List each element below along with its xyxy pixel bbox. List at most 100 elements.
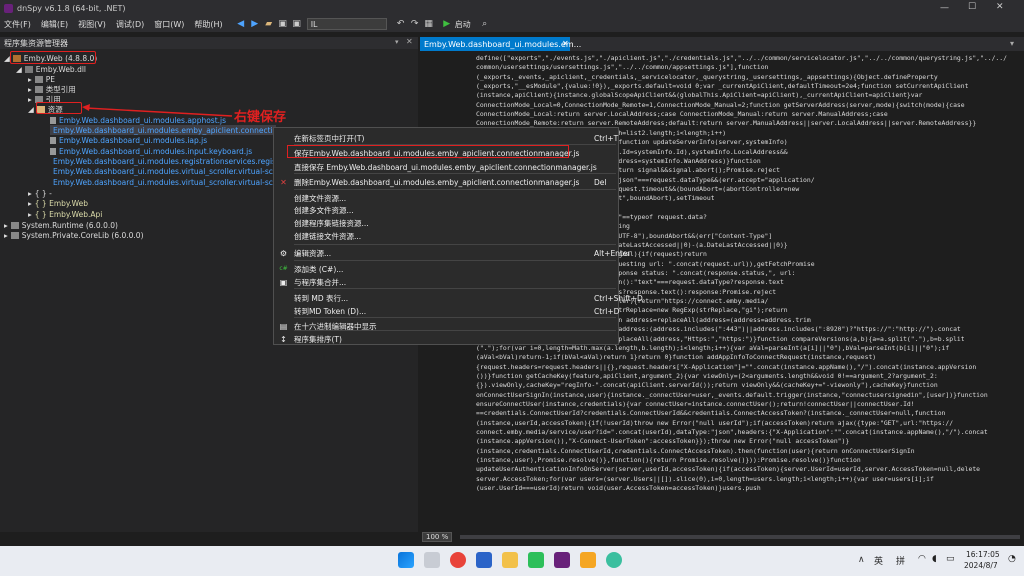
code-line: ensureConnectUser(instance,credentials){…: [476, 399, 915, 408]
taskbar-search-icon[interactable]: [424, 552, 440, 568]
editor-tab-label: Emby.Web.dashboard_ui.modules.em...: [424, 39, 582, 49]
menu-help[interactable]: 帮助(H): [194, 19, 222, 30]
menu-item-label: 删除Emby.Web.dashboard_ui.modules.emby_api…: [294, 177, 580, 187]
collapse-icon[interactable]: ▸: [28, 75, 32, 84]
tray-chevron-icon[interactable]: ∧: [858, 555, 865, 565]
menu-separator: [294, 244, 616, 245]
editor-tab[interactable]: Emby.Web.dashboard_ui.modules.em...: [420, 37, 581, 51]
volume-icon[interactable]: ◖: [932, 554, 937, 564]
minimize-icon[interactable]: —: [940, 3, 949, 13]
code-line: onConnectUserSignIn(instance,user){insta…: [476, 390, 988, 399]
menu-file[interactable]: 文件(F): [4, 19, 31, 30]
taskbar-wechat-icon[interactable]: [528, 552, 544, 568]
wifi-icon[interactable]: ◠: [918, 554, 926, 564]
battery-icon[interactable]: ▭: [946, 554, 955, 564]
tree-item-resource-file-selected[interactable]: Emby.Web.dashboard_ui.modules.emby_apicl…: [50, 125, 276, 135]
undo-icon[interactable]: ↶: [395, 18, 407, 30]
collapse-icon[interactable]: ▸: [28, 95, 32, 104]
menu-item-icon: ⚙: [279, 248, 288, 258]
forward-icon[interactable]: ▶: [249, 18, 261, 30]
taskbar-app-icon[interactable]: [606, 552, 622, 568]
notification-icon[interactable]: ◔: [1008, 554, 1016, 564]
context-menu-item[interactable]: c# 添加类 (C#)...: [274, 263, 620, 275]
panel-dropdown-icon[interactable]: ▾: [395, 38, 399, 46]
tab-list-icon[interactable]: ▾: [1010, 39, 1014, 48]
context-menu-item[interactable]: 转到 MD 表行... Ctrl+Shift+D: [274, 292, 643, 304]
context-menu-item[interactable]: 创建链接文件资源...: [274, 230, 620, 242]
context-menu: 在新标签页中打开(T) Ctrl+T 保存Emby.Web.dashboard_ui…: [273, 127, 643, 345]
tree-item-namespace[interactable]: ▸ { } Emby.Web.Api: [28, 209, 102, 219]
hex-icon[interactable]: ▦: [423, 18, 435, 30]
language-select[interactable]: IL: [306, 18, 387, 30]
taskbar-dnspy-icon[interactable]: [554, 552, 570, 568]
taskbar-app-icon[interactable]: [476, 552, 492, 568]
back-icon[interactable]: ◀: [235, 18, 247, 30]
windows-start-icon[interactable]: [398, 552, 414, 568]
context-menu-item[interactable]: 转到MD Token (D)... Ctrl+D: [274, 305, 620, 317]
search-icon[interactable]: ⌕: [479, 18, 491, 30]
collapse-icon[interactable]: ▸: [28, 85, 32, 94]
collapse-icon[interactable]: ▸: [4, 231, 8, 240]
close-icon[interactable]: ✕: [996, 2, 1004, 12]
save-all-icon[interactable]: ▣: [291, 18, 303, 30]
tree-item-label: Emby.Web.dashboard_ui.modules.registrati…: [53, 156, 274, 166]
menu-debug[interactable]: 调试(D): [116, 19, 144, 30]
menu-item-label: 转到 MD 表行...: [294, 293, 349, 303]
expand-icon[interactable]: ◢: [4, 54, 10, 63]
context-menu-item[interactable]: 在新标签页中打开(T) Ctrl+T: [274, 132, 620, 144]
highlight-box-save-item: [287, 145, 569, 158]
menu-view[interactable]: 视图(V): [78, 19, 106, 30]
redo-icon[interactable]: ↷: [409, 18, 421, 30]
tree-item-namespace[interactable]: ▸ { } Emby.Web: [28, 198, 88, 208]
tree-item-resource-file[interactable]: Emby.Web.dashboard_ui.modules.virtual_sc…: [50, 166, 274, 176]
tree-item-resource-file[interactable]: Emby.Web.dashboard_ui.modules.iap.js: [50, 135, 207, 145]
collapse-icon[interactable]: ▸: [28, 199, 32, 208]
start-button[interactable]: 启动: [455, 19, 471, 30]
code-line: updateUserAuthenticationInfoOnServer(ser…: [476, 465, 981, 474]
context-menu-item[interactable]: ↕ 程序集排序(T): [274, 333, 620, 345]
tree-item-system-corelib[interactable]: ▸ System.Private.CoreLib (6.0.0.0): [4, 230, 144, 240]
menu-separator: [294, 173, 616, 174]
expand-icon[interactable]: ◢: [16, 65, 22, 74]
expand-icon[interactable]: ◢: [28, 105, 34, 114]
menu-edit[interactable]: 编辑(E): [41, 19, 68, 30]
tree-item-emby-web-dll[interactable]: ◢ Emby.Web.dll: [16, 64, 86, 74]
collapse-icon[interactable]: ▸: [4, 221, 8, 230]
tree-item-resource-file[interactable]: Emby.Web.dashboard_ui.modules.registrati…: [50, 156, 274, 166]
context-menu-item[interactable]: 创建程序集链接资源...: [274, 217, 620, 229]
taskbar-folder-icon[interactable]: [502, 552, 518, 568]
context-menu-item[interactable]: ▤ 在十六进制编辑器中显示: [274, 320, 620, 332]
context-menu-item[interactable]: 创建文件资源...: [274, 192, 620, 204]
menu-window[interactable]: 窗口(W): [154, 19, 184, 30]
clock-time[interactable]: 16:17:05: [966, 550, 1000, 559]
clock-date[interactable]: 2024/8/7: [964, 561, 998, 570]
context-menu-item[interactable]: ✕ 删除Emby.Web.dashboard_ui.modules.emby_ap…: [274, 176, 620, 188]
tree-item-resource-file[interactable]: Emby.Web.dashboard_ui.modules.input.keyb…: [50, 146, 274, 156]
menu-separator: [294, 260, 616, 261]
panel-close-icon[interactable]: ✕: [406, 37, 413, 46]
taskbar-chrome-icon[interactable]: [450, 552, 466, 568]
save-icon[interactable]: ▣: [277, 18, 289, 30]
tab-close-icon[interactable]: ✕: [562, 39, 569, 48]
zoom-select[interactable]: 100 %: [422, 532, 452, 542]
tree-item-label: Emby.Web.dashboard_ui.modules.iap.js: [59, 135, 208, 145]
context-menu-item[interactable]: 创建多文件资源...: [274, 204, 620, 216]
tree-item-system-runtime[interactable]: ▸ System.Runtime (6.0.0.0): [4, 220, 118, 230]
play-icon[interactable]: ▶: [441, 18, 453, 30]
context-menu-item[interactable]: ▣ 与程序集合并...: [274, 276, 620, 288]
open-icon[interactable]: ▰: [263, 18, 275, 30]
ime-mode-indicator[interactable]: 拼: [896, 554, 905, 567]
horizontal-scrollbar[interactable]: [460, 535, 1020, 539]
tree-item-resource-file[interactable]: Emby.Web.dashboard_ui.modules.virtual_sc…: [50, 177, 274, 187]
collapse-icon[interactable]: ▸: [28, 189, 32, 198]
context-menu-item[interactable]: 直接保存 Emby.Web.dashboard_ui.modules.emby_…: [274, 161, 620, 173]
maximize-icon[interactable]: ☐: [968, 2, 976, 12]
arrow-icon: [82, 104, 233, 117]
collapse-icon[interactable]: ▸: [28, 210, 32, 219]
ime-indicator[interactable]: 英: [874, 554, 883, 567]
taskbar-app-icon[interactable]: [580, 552, 596, 568]
context-menu-item[interactable]: ⚙ 编辑资源... Alt+Enter: [274, 247, 631, 259]
tree-item-namespace[interactable]: ▸ { } -: [28, 188, 52, 198]
tree-item-pe[interactable]: ▸ PE: [28, 74, 55, 84]
tree-item-type-references[interactable]: ▸ 类型引用: [28, 84, 76, 94]
